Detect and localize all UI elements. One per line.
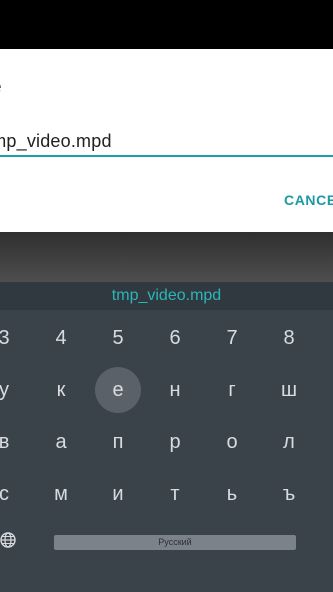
dialog-title: e — [0, 77, 2, 99]
soft-keyboard: tmp_video.mpd 3 4 5 6 7 8 у к е н г ш в … — [0, 282, 333, 592]
input-underline — [0, 155, 333, 157]
key[interactable]: е — [96, 370, 140, 410]
key[interactable]: а — [39, 422, 83, 462]
key[interactable]: в — [0, 422, 26, 462]
key[interactable]: у — [0, 370, 26, 410]
key[interactable]: к — [39, 370, 83, 410]
cancel-button[interactable]: CANCEL — [284, 192, 333, 208]
key[interactable]: 5 — [96, 318, 140, 358]
key[interactable]: ь — [210, 474, 254, 514]
key[interactable]: н — [153, 370, 197, 410]
key[interactable]: г — [210, 370, 254, 410]
key[interactable]: 7 — [210, 318, 254, 358]
key[interactable]: м — [39, 474, 83, 514]
key[interactable]: 8 — [267, 318, 311, 358]
key[interactable]: 4 — [39, 318, 83, 358]
key[interactable]: п — [96, 422, 140, 462]
save-dialog: e tmp_video.mpd CANCEL — [0, 49, 333, 232]
dimmed-background — [0, 232, 333, 282]
key[interactable]: с — [0, 474, 26, 514]
key[interactable]: 6 — [153, 318, 197, 358]
key[interactable]: 3 — [0, 318, 26, 358]
suggestion-strip: tmp_video.mpd — [0, 282, 333, 310]
filename-input[interactable]: tmp_video.mpd — [0, 131, 112, 152]
globe-icon[interactable] — [0, 532, 16, 548]
key[interactable]: о — [210, 422, 254, 462]
key[interactable]: и — [96, 474, 140, 514]
key[interactable]: ш — [267, 370, 311, 410]
key[interactable]: р — [153, 422, 197, 462]
spacebar[interactable]: Русский — [54, 535, 296, 550]
key[interactable]: л — [267, 422, 311, 462]
key[interactable]: т — [153, 474, 197, 514]
suggestion-word[interactable]: tmp_video.mpd — [0, 287, 333, 305]
key[interactable]: ъ — [267, 474, 311, 514]
status-area — [0, 0, 333, 49]
